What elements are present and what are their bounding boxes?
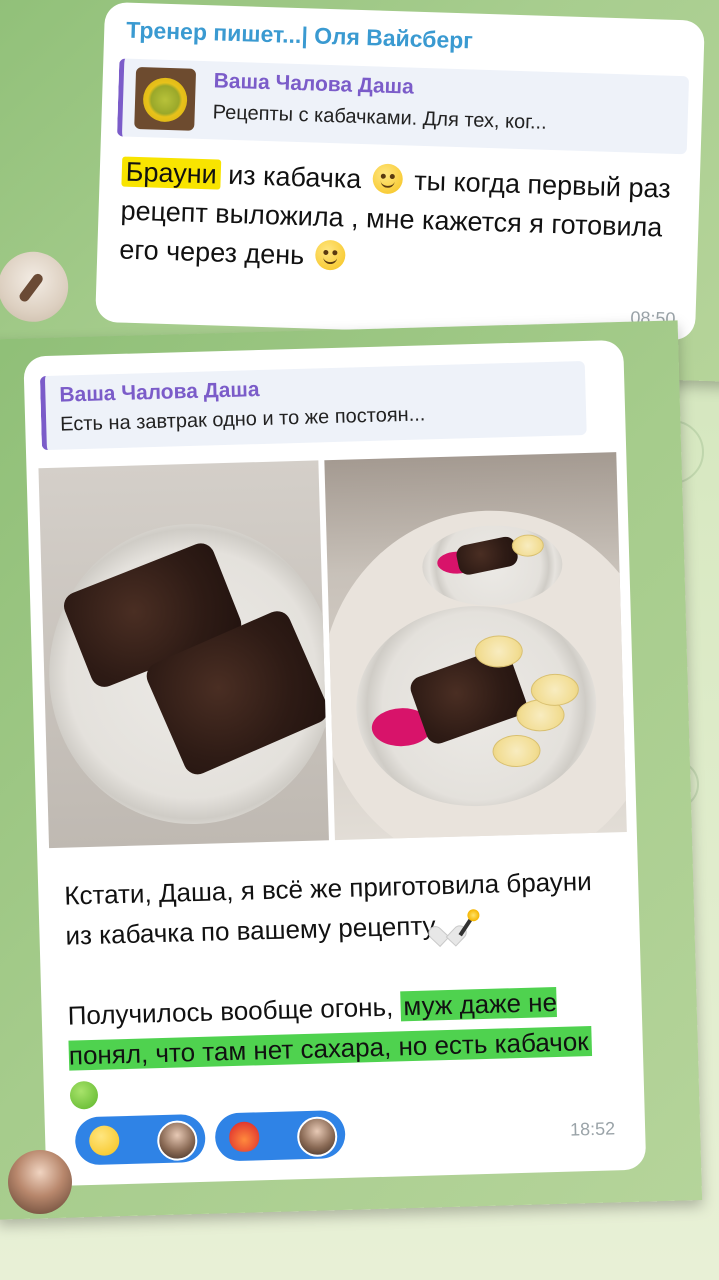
chat-screenshot-2: Ваша Чалова Даша Есть на завтрак одно и … <box>0 320 703 1220</box>
reaction-avatar <box>296 1116 338 1158</box>
message-paragraph: Кстати, Даша, я всё же приготовила браун… <box>64 861 606 956</box>
reaction-grin[interactable] <box>74 1113 206 1166</box>
highlighted-word: Брауни <box>121 156 222 190</box>
sender-name[interactable]: Тренер пишет...| Оля Вайсберг <box>126 17 473 55</box>
message-bubble[interactable]: Тренер пишет...| Оля Вайсберг Ваша Чалов… <box>95 1 705 341</box>
reaction-fire-heart[interactable] <box>214 1109 346 1162</box>
drooling-face-icon <box>372 163 404 195</box>
reaction-avatar <box>156 1120 198 1162</box>
rolling-laughing-icon <box>69 1080 99 1110</box>
reply-text: Рецепты с кабачками. Для тех, ког... <box>212 101 548 134</box>
avatar[interactable] <box>0 250 70 323</box>
reply-author: Ваша Чалова Даша <box>59 378 260 407</box>
reply-author: Ваша Чалова Даша <box>213 69 415 99</box>
reply-quote[interactable]: Ваша Чалова Даша Рецепты с кабачками. Дл… <box>116 58 690 155</box>
message-time: 18:52 <box>569 1118 616 1140</box>
reply-thumbnail <box>134 66 197 131</box>
message-text-part: из кабачка <box>220 159 362 195</box>
avatar-figure <box>17 271 45 304</box>
message-text-part: Получилось вообще огонь, <box>67 991 401 1031</box>
avatar[interactable] <box>8 1150 72 1214</box>
message-paragraph: Получилось вообще огонь, муж даже не пон… <box>67 981 610 1116</box>
grinning-face-icon <box>315 239 347 271</box>
reply-text: Есть на завтрак одно и то же постоян... <box>59 403 426 436</box>
photo-brownies-plate[interactable] <box>38 460 329 849</box>
message-text-part: Кстати, Даша, я всё же приготовила браун… <box>63 865 593 951</box>
message-bubble[interactable]: Ваша Чалова Даша Есть на завтрак одно и … <box>23 339 647 1187</box>
message-text: Брауни из кабачка ты когда первый раз ре… <box>119 153 682 288</box>
reply-quote[interactable]: Ваша Чалова Даша Есть на завтрак одно и … <box>39 360 587 451</box>
white-heart-icon <box>435 917 458 938</box>
message-text: Кстати, Даша, я всё же приготовила браун… <box>64 861 612 1156</box>
heart-on-fire-icon <box>228 1121 260 1153</box>
grinning-face-icon <box>88 1125 120 1157</box>
photo-brownie-served[interactable] <box>324 452 627 841</box>
soup-bowl-image <box>142 77 188 123</box>
